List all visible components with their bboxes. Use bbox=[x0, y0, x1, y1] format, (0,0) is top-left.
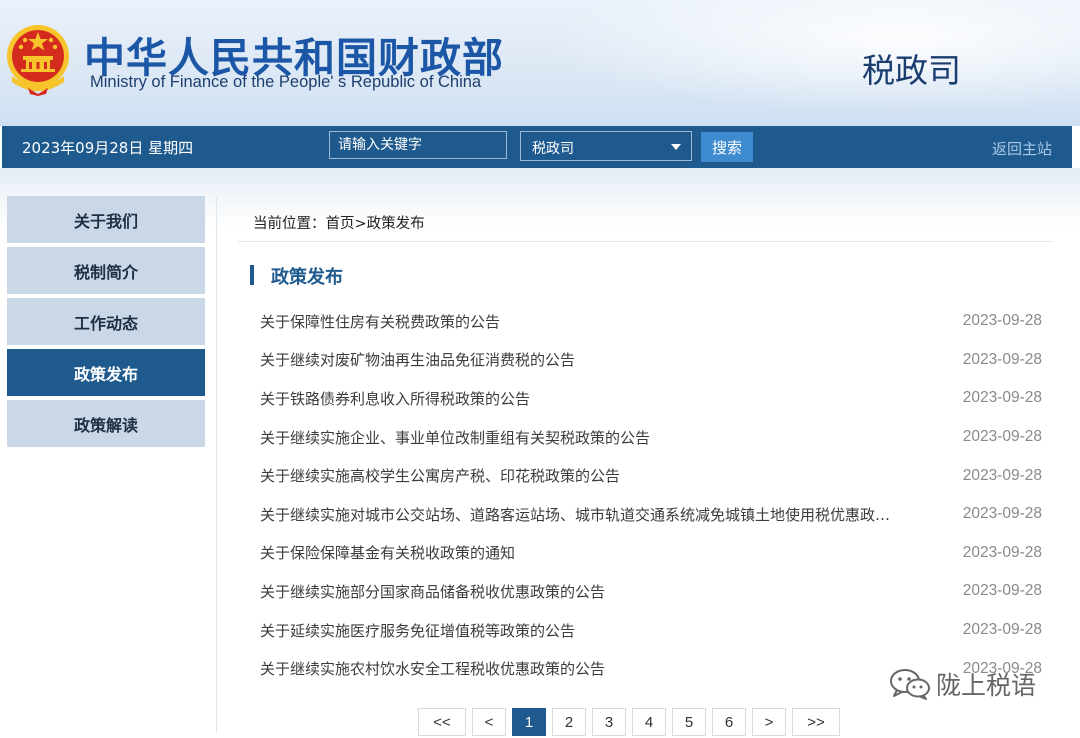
list-item: 关于继续实施企业、事业单位改制重组有关契税政策的公告 2023-09-28 bbox=[260, 418, 1042, 457]
news-title-link[interactable]: 关于继续对废矿物油再生油品免征消费税的公告 bbox=[260, 349, 575, 370]
site-header: 中华人民共和国财政部 Ministry of Finance of the Pe… bbox=[0, 0, 1080, 126]
back-home-link[interactable]: 返回主站 bbox=[992, 138, 1052, 159]
page-first-button[interactable]: << bbox=[418, 708, 466, 736]
news-title-link[interactable]: 关于继续实施企业、事业单位改制重组有关契税政策的公告 bbox=[260, 427, 650, 448]
breadcrumb-current: 政策发布 bbox=[366, 216, 425, 232]
sidebar-item-policy-release[interactable]: 政策发布 bbox=[7, 349, 205, 396]
page-last-button[interactable]: >> bbox=[792, 708, 840, 736]
section-title-accent bbox=[250, 265, 254, 285]
news-date: 2023-09-28 bbox=[962, 428, 1042, 446]
breadcrumb-separator: > bbox=[354, 216, 367, 232]
site-title-en: Ministry of Finance of the People' s Rep… bbox=[90, 73, 482, 91]
page-button-2[interactable]: 2 bbox=[552, 708, 586, 736]
page-button-1[interactable]: 1 bbox=[512, 708, 546, 736]
sidebar-item-about[interactable]: 关于我们 bbox=[7, 196, 205, 243]
section-title: 政策发布 bbox=[271, 267, 343, 288]
news-title-link[interactable]: 关于保险保障基金有关税收政策的通知 bbox=[260, 542, 515, 563]
list-item: 关于继续实施高校学生公寓房产税、印花税政策的公告 2023-09-28 bbox=[260, 456, 1042, 495]
news-title-link[interactable]: 关于延续实施医疗服务免征增值税等政策的公告 bbox=[260, 620, 575, 641]
wechat-icon bbox=[890, 669, 930, 700]
current-date: 2023年09月28日 星期四 bbox=[22, 139, 194, 157]
watermark: 陇上税语 bbox=[888, 664, 1036, 704]
news-title-link[interactable]: 关于继续实施高校学生公寓房产税、印花税政策的公告 bbox=[260, 465, 620, 486]
sidebar-item-work-news[interactable]: 工作动态 bbox=[7, 298, 205, 345]
news-title-link[interactable]: 关于继续实施对城市公交站场、道路客运站场、城市轨道交通系统减免城镇土地使用税优惠… bbox=[260, 504, 890, 525]
list-item: 关于保障性住房有关税费政策的公告 2023-09-28 bbox=[260, 302, 1042, 341]
chevron-down-icon bbox=[671, 144, 681, 150]
list-item: 关于延续实施医疗服务免征增值税等政策的公告 2023-09-28 bbox=[260, 611, 1042, 650]
department-name: 税政司 bbox=[862, 51, 961, 90]
sidebar-item-policy-interpretation[interactable]: 政策解读 bbox=[7, 400, 205, 447]
top-nav-bar: 2023年09月28日 星期四 税政司 搜索 返回主站 bbox=[2, 126, 1072, 168]
news-title-link[interactable]: 关于继续实施部分国家商品储备税收优惠政策的公告 bbox=[260, 581, 605, 602]
news-date: 2023-09-28 bbox=[962, 389, 1042, 407]
sidebar-divider bbox=[216, 196, 217, 733]
news-date: 2023-09-28 bbox=[962, 582, 1042, 600]
page-button-5[interactable]: 5 bbox=[672, 708, 706, 736]
department-select-value: 税政司 bbox=[532, 141, 574, 157]
breadcrumb-divider bbox=[238, 241, 1053, 242]
page-button-4[interactable]: 4 bbox=[632, 708, 666, 736]
sidebar: 关于我们 税制简介 工作动态 政策发布 政策解读 bbox=[7, 196, 205, 451]
news-title-link[interactable]: 关于铁路债券利息收入所得税政策的公告 bbox=[260, 388, 530, 409]
department-select[interactable]: 税政司 bbox=[520, 131, 692, 161]
national-emblem-icon bbox=[7, 25, 69, 96]
list-item: 关于保险保障基金有关税收政策的通知 2023-09-28 bbox=[260, 534, 1042, 573]
search-button[interactable]: 搜索 bbox=[701, 132, 753, 162]
search-input[interactable] bbox=[329, 131, 507, 159]
news-date: 2023-09-28 bbox=[962, 312, 1042, 330]
header-background bbox=[480, 0, 1080, 126]
list-item: 关于继续对废矿物油再生油品免征消费税的公告 2023-09-28 bbox=[260, 341, 1042, 380]
news-date: 2023-09-28 bbox=[962, 621, 1042, 639]
news-title-link[interactable]: 关于继续实施农村饮水安全工程税收优惠政策的公告 bbox=[260, 658, 605, 679]
page-prev-button[interactable]: < bbox=[472, 708, 506, 736]
sidebar-item-tax-system[interactable]: 税制简介 bbox=[7, 247, 205, 294]
pagination: << < 1 2 3 4 5 6 > >> bbox=[418, 708, 846, 738]
news-date: 2023-09-28 bbox=[962, 505, 1042, 523]
breadcrumb-home-link[interactable]: 首页 bbox=[326, 216, 355, 232]
news-date: 2023-09-28 bbox=[962, 543, 1042, 561]
breadcrumb: 当前位置：首页>政策发布 bbox=[253, 212, 425, 233]
policy-list: 关于保障性住房有关税费政策的公告 2023-09-28 关于继续对废矿物油再生油品… bbox=[260, 302, 1042, 688]
list-item: 关于继续实施部分国家商品储备税收优惠政策的公告 2023-09-28 bbox=[260, 572, 1042, 611]
watermark-text: 陇上税语 bbox=[936, 671, 1037, 700]
page-button-6[interactable]: 6 bbox=[712, 708, 746, 736]
list-item: 关于铁路债券利息收入所得税政策的公告 2023-09-28 bbox=[260, 379, 1042, 418]
news-date: 2023-09-28 bbox=[962, 466, 1042, 484]
news-date: 2023-09-28 bbox=[962, 350, 1042, 368]
page-next-button[interactable]: > bbox=[752, 708, 786, 736]
news-title-link[interactable]: 关于保障性住房有关税费政策的公告 bbox=[260, 311, 500, 332]
breadcrumb-prefix: 当前位置： bbox=[253, 216, 326, 232]
list-item: 关于继续实施对城市公交站场、道路客运站场、城市轨道交通系统减免城镇土地使用税优惠… bbox=[260, 495, 1042, 534]
page-button-3[interactable]: 3 bbox=[592, 708, 626, 736]
